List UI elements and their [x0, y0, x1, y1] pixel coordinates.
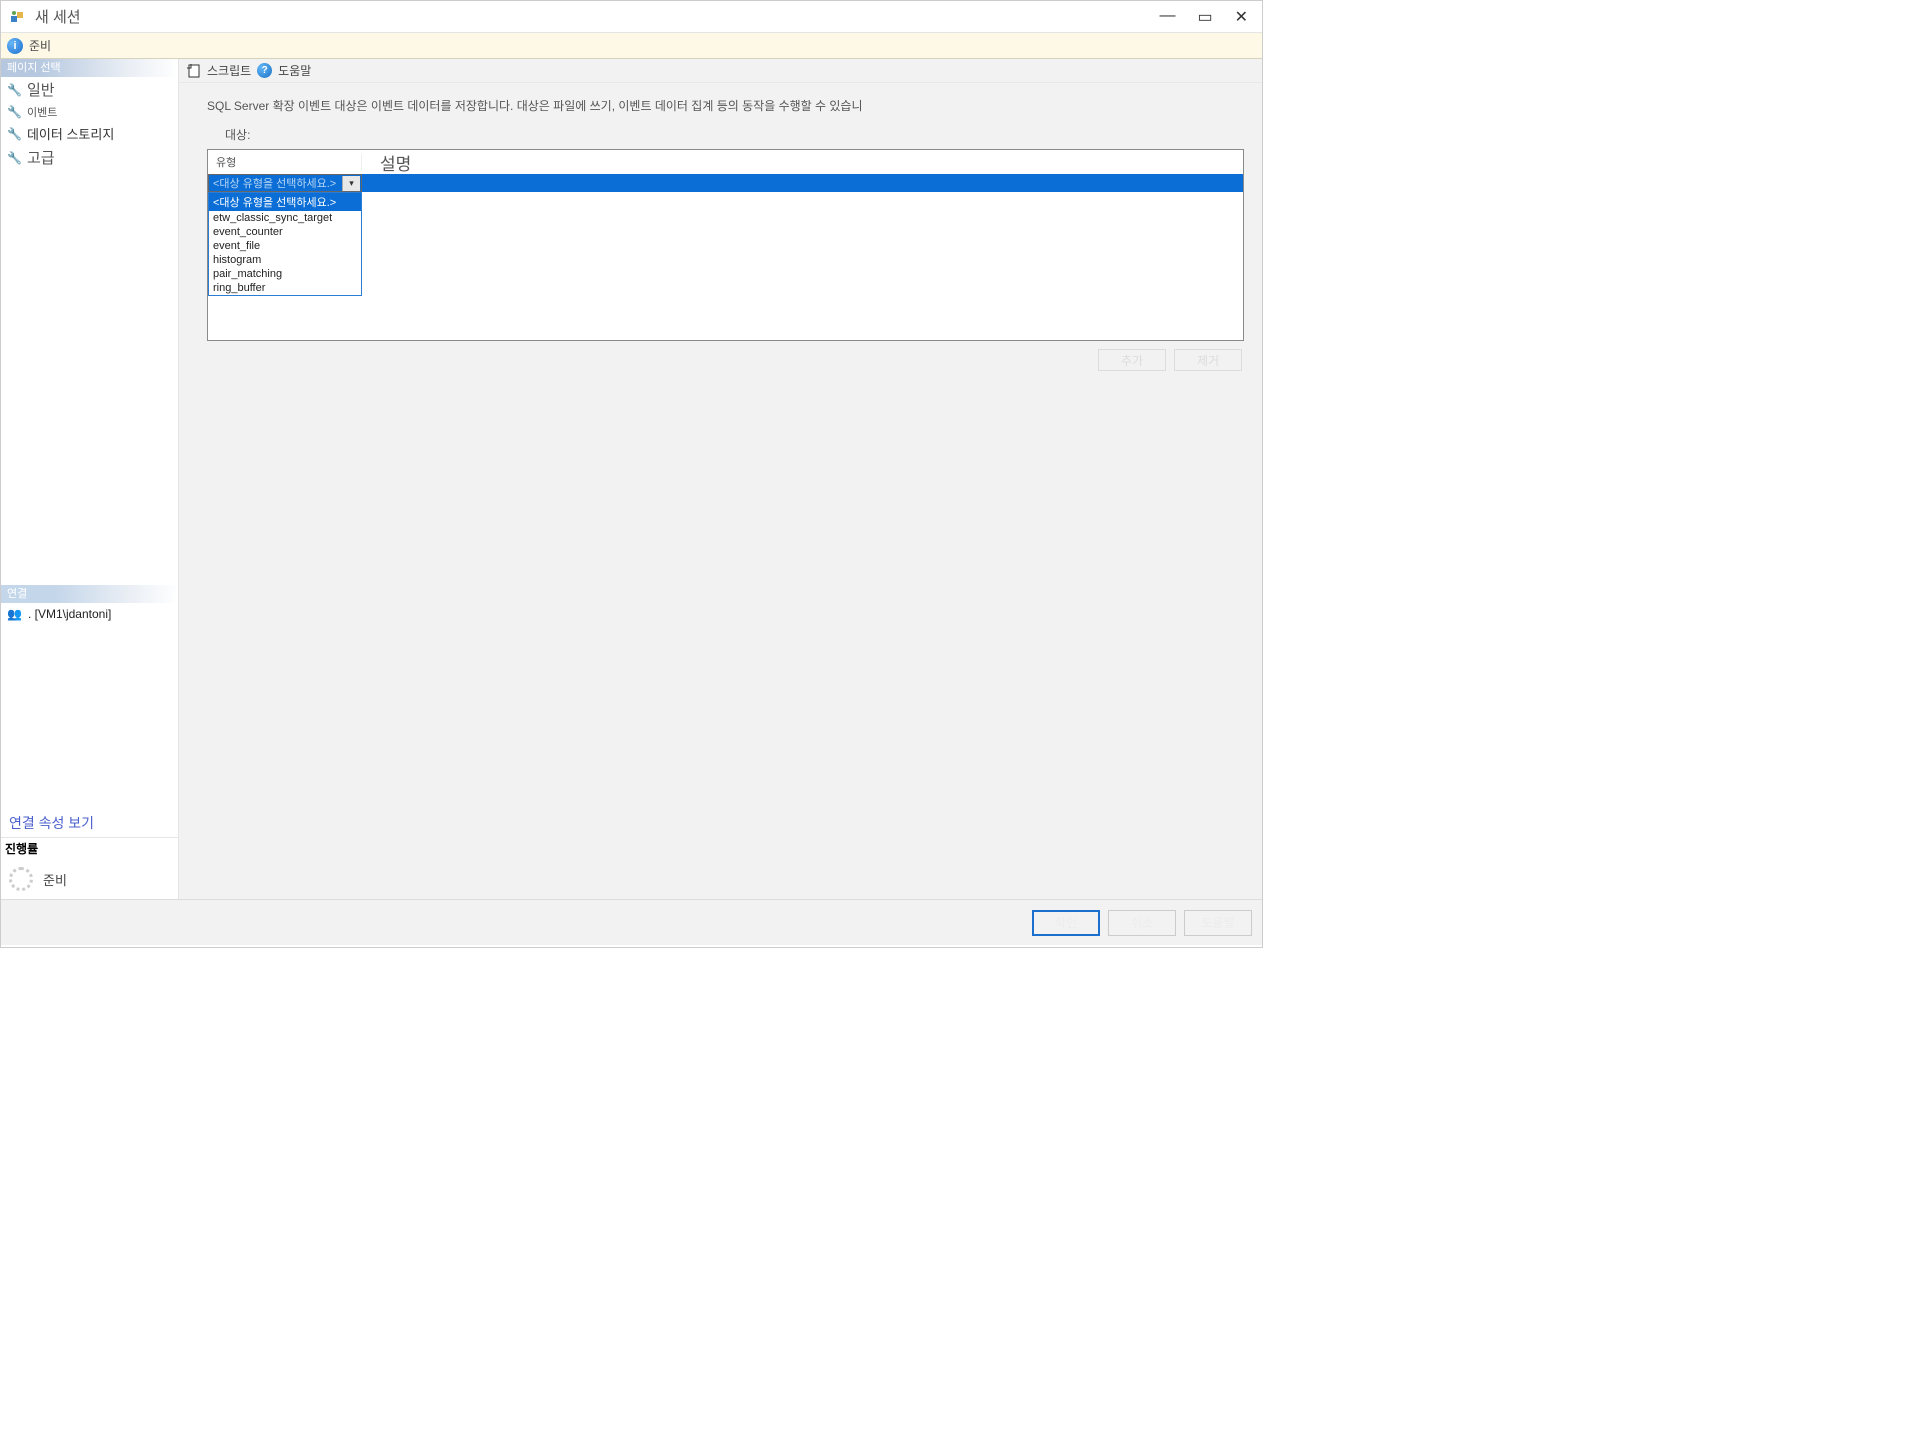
sidebar-item-label: 이벤트 [27, 104, 57, 120]
sidebar: 페이지 선택 🔧 일반 🔧 이벤트 🔧 데이터 스토리지 🔧 고급 [1, 59, 179, 585]
description-text: SQL Server 확장 이벤트 대상은 이벤트 데이터를 저장합니다. 대상… [207, 97, 1244, 114]
sidebar-item-label: 고급 [27, 147, 55, 168]
main-split: 페이지 선택 🔧 일반 🔧 이벤트 🔧 데이터 스토리지 🔧 고급 스크립트 ?… [1, 59, 1262, 585]
connection-text: . [VM1\jdantoni] [28, 607, 111, 621]
progress-status-text: 준비 [43, 870, 67, 889]
script-label[interactable]: 스크립트 [207, 62, 251, 79]
dropdown-option-histogram[interactable]: histogram [209, 253, 361, 267]
dropdown-selected-text: <대상 유형을 선택하세요.> [213, 175, 336, 191]
targets-table: 유형 설명 <대상 유형을 선택하세요.> ▾ <대상 유형을 선택하세요.> … [207, 149, 1244, 341]
dropdown-option-ring-buffer[interactable]: ring_buffer [209, 281, 361, 295]
progress-header: 진행률 [1, 837, 178, 859]
help-label[interactable]: 도움말 [278, 62, 311, 79]
column-header-desc[interactable]: 설명 [362, 150, 1243, 175]
dropdown-option-placeholder[interactable]: <대상 유형을 선택하세요.> [209, 193, 361, 211]
wrench-icon: 🔧 [7, 105, 22, 119]
window-controls: — ▭ ✕ [1159, 7, 1254, 27]
spinner-icon [9, 867, 33, 891]
script-icon[interactable] [187, 64, 201, 78]
add-button[interactable]: 추가 [1098, 349, 1166, 371]
ok-button[interactable]: 확인 [1032, 910, 1100, 936]
progress-status: 준비 [1, 859, 178, 899]
help-icon[interactable]: ? [257, 63, 272, 78]
bottom-right-blank [179, 585, 1262, 899]
remove-button[interactable]: 제거 [1174, 349, 1242, 371]
sidebar-item-general[interactable]: 🔧 일반 [1, 77, 178, 102]
titlebar: 새 세션 — ▭ ✕ [1, 1, 1262, 33]
connection-info: 👥 . [VM1\jdantoni] [1, 603, 178, 625]
dropdown-option-etw[interactable]: etw_classic_sync_target [209, 211, 361, 225]
bottom-split: 연결 👥 . [VM1\jdantoni] 연결 속성 보기 진행률 준비 [1, 585, 1262, 899]
status-bar: i 준비 [1, 33, 1262, 59]
sidebar-item-label: 일반 [27, 79, 55, 100]
status-text: 준비 [29, 37, 51, 54]
table-header-row: 유형 설명 [208, 150, 1243, 174]
sidebar-item-advanced[interactable]: 🔧 고급 [1, 145, 178, 170]
target-type-dropdown[interactable]: <대상 유형을 선택하세요.> ▾ [208, 174, 362, 192]
footer-buttons: 확인 취소 도움말 [1, 899, 1262, 945]
sidebar-item-events[interactable]: 🔧 이벤트 [1, 102, 178, 122]
info-icon: i [7, 38, 23, 54]
content-panel: 스크립트 ? 도움말 SQL Server 확장 이벤트 대상은 이벤트 데이터… [179, 59, 1262, 585]
maximize-button[interactable]: ▭ [1197, 7, 1212, 27]
cancel-button[interactable]: 취소 [1108, 910, 1176, 936]
view-connection-props-link[interactable]: 연결 속성 보기 [1, 809, 178, 837]
help-button[interactable]: 도움말 [1184, 910, 1252, 936]
chevron-down-icon[interactable]: ▾ [342, 176, 360, 191]
server-icon: 👥 [7, 607, 22, 621]
connection-header: 연결 [1, 585, 178, 603]
close-button[interactable]: ✕ [1235, 7, 1248, 27]
dropdown-option-event-counter[interactable]: event_counter [209, 225, 361, 239]
wrench-icon: 🔧 [7, 127, 22, 141]
sidebar-item-label: 데이터 스토리지 [27, 124, 114, 143]
connection-panel: 연결 👥 . [VM1\jdantoni] 연결 속성 보기 진행률 준비 [1, 585, 179, 899]
column-header-type[interactable]: 유형 [208, 154, 362, 170]
dropdown-option-event-file[interactable]: event_file [209, 239, 361, 253]
table-row[interactable]: <대상 유형을 선택하세요.> ▾ [208, 174, 1243, 192]
table-buttons: 추가 제거 [207, 349, 1244, 371]
sidebar-header: 페이지 선택 [1, 59, 178, 77]
app-icon [9, 8, 27, 26]
dropdown-option-pair-matching[interactable]: pair_matching [209, 267, 361, 281]
targets-label: 대상: [225, 126, 1244, 143]
content-toolbar: 스크립트 ? 도움말 [179, 59, 1262, 83]
dropdown-list: <대상 유형을 선택하세요.> etw_classic_sync_target … [208, 192, 362, 296]
content-body: SQL Server 확장 이벤트 대상은 이벤트 데이터를 저장합니다. 대상… [179, 83, 1262, 381]
sidebar-item-data-storage[interactable]: 🔧 데이터 스토리지 [1, 122, 178, 145]
window-title: 새 세션 [35, 6, 1159, 27]
wrench-icon: 🔧 [7, 151, 22, 165]
minimize-button[interactable]: — [1159, 7, 1175, 27]
wrench-icon: 🔧 [7, 83, 22, 97]
